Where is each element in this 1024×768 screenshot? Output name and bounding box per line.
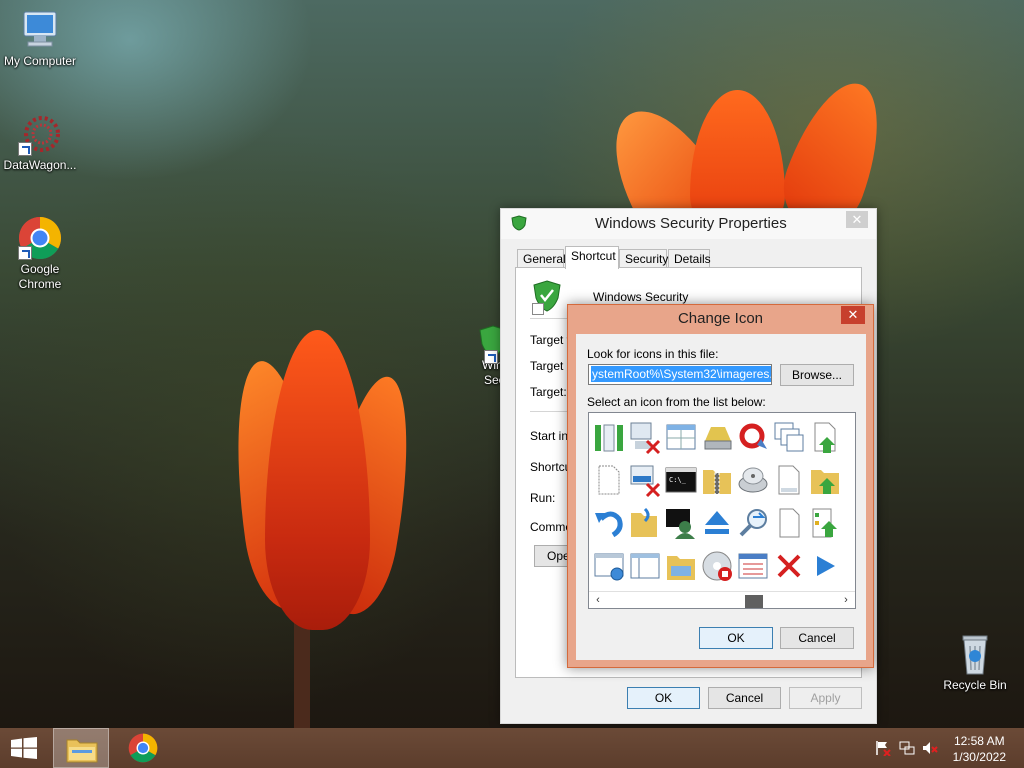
shortcut-arrow-icon <box>484 350 498 364</box>
desktop-icon-label: My Computer <box>3 54 77 68</box>
chrome-icon <box>128 733 158 766</box>
multi-window-icon[interactable] <box>771 419 807 455</box>
folder-up-icon[interactable] <box>807 462 843 498</box>
desktop-icon-recycle-bin[interactable]: Recycle Bin <box>935 632 1015 693</box>
start-button[interactable] <box>0 728 48 768</box>
red-x-icon[interactable] <box>771 548 807 584</box>
scroll-thumb[interactable] <box>745 595 763 608</box>
folder-window-icon[interactable] <box>663 548 699 584</box>
calendar-window-icon[interactable] <box>735 548 771 584</box>
desktop-icon-label: DataWagon... <box>3 158 77 172</box>
title-bar[interactable]: Windows Security Properties ✕ <box>501 209 876 239</box>
tab-shortcut[interactable]: Shortcut <box>565 246 619 269</box>
shield-icon <box>478 324 500 364</box>
drive-icon[interactable] <box>699 419 735 455</box>
blank-document-icon[interactable] <box>591 462 627 498</box>
target-label: Target: <box>530 385 567 399</box>
desktop-icon-google-chrome[interactable]: Google Chrome <box>0 216 80 292</box>
tab-security[interactable]: Security <box>619 249 668 268</box>
taskbar: 12:58 AM 1/30/2022 <box>0 728 1024 768</box>
window-grid-icon[interactable] <box>663 419 699 455</box>
search-arrow-icon[interactable] <box>735 505 771 541</box>
shortcut-name: Windows Security <box>593 290 689 304</box>
change-icon-dialog: Change Icon ✕ Look for icons in this fil… <box>567 304 874 668</box>
wallpaper-tulip-right <box>591 70 899 259</box>
apply-button[interactable]: Apply <box>789 687 862 709</box>
cancel-button[interactable]: Cancel <box>780 627 854 649</box>
system-clock[interactable]: 12:58 AM 1/30/2022 <box>953 733 1006 765</box>
shortcut-arrow-icon <box>18 142 32 156</box>
tab-general[interactable]: General <box>517 249 566 268</box>
ok-button[interactable]: OK <box>699 627 773 649</box>
icon-list[interactable]: C:\_ ‹ › <box>588 412 856 609</box>
scroll-left-icon[interactable]: ‹ <box>590 592 606 608</box>
shortcut-arrow-icon <box>18 246 32 260</box>
recycle-bin-icon <box>953 632 997 676</box>
ok-button[interactable]: OK <box>627 687 700 709</box>
action-center-flag-icon[interactable] <box>875 740 891 757</box>
document-icon[interactable] <box>771 462 807 498</box>
split-window-icon[interactable] <box>627 548 663 584</box>
blue-play-icon[interactable] <box>807 548 843 584</box>
desktop-icon-my-computer[interactable]: My Computer <box>0 8 80 69</box>
window-title: Windows Security Properties <box>595 215 787 232</box>
triangle-partial-icon[interactable] <box>843 505 855 541</box>
document-up-icon[interactable] <box>807 419 843 455</box>
dialog-body: Look for icons in this file: ystemRoot%\… <box>576 334 866 660</box>
chrome-icon <box>18 216 62 260</box>
icon-file-path: ystemRoot%\System32\imageres.dll <box>591 366 771 382</box>
close-button[interactable]: ✕ <box>841 306 865 324</box>
wallpaper-tulip-left <box>220 330 426 740</box>
shield-app-icon <box>511 215 527 234</box>
windows-logo-icon <box>11 737 37 762</box>
icon-file-input[interactable]: ystemRoot%\System32\imageres.dll <box>588 364 772 385</box>
scroll-right-icon[interactable]: › <box>838 592 854 608</box>
desktop-icon-datawagon[interactable]: DataWagon... <box>0 112 80 173</box>
cancel-button[interactable]: Cancel <box>708 687 781 709</box>
cmd-user-icon[interactable] <box>663 505 699 541</box>
page-icon[interactable] <box>771 505 807 541</box>
volume-muted-icon[interactable] <box>922 740 938 756</box>
datawagon-icon <box>18 112 62 156</box>
svg-text:C:\_: C:\_ <box>669 476 687 484</box>
undo-arrow-icon[interactable] <box>591 505 627 541</box>
document-partial-icon[interactable] <box>843 462 855 498</box>
network-window-icon[interactable] <box>591 548 627 584</box>
folder-icon <box>66 735 98 766</box>
disc-drive-icon[interactable] <box>735 462 771 498</box>
columns-icon[interactable] <box>591 419 627 455</box>
eject-icon[interactable] <box>699 505 735 541</box>
horizontal-scrollbar[interactable]: ‹ › <box>589 591 855 608</box>
refresh-red-icon[interactable] <box>735 419 771 455</box>
desktop-icon-label-line2: Chrome <box>18 277 62 291</box>
browse-button[interactable]: Browse... <box>780 364 854 386</box>
tab-details[interactable]: Details <box>668 249 711 268</box>
zip-folder-icon[interactable] <box>699 462 735 498</box>
clock-time: 12:58 AM <box>953 734 1005 748</box>
shield-large-icon <box>532 280 562 315</box>
computer-icon <box>18 8 62 52</box>
dialog-title[interactable]: Change Icon <box>568 305 873 333</box>
close-button[interactable]: ✕ <box>846 211 868 228</box>
chrome-taskbar-button[interactable] <box>115 728 171 768</box>
network-computer-remove-icon[interactable] <box>627 419 663 455</box>
network-icon[interactable] <box>899 740 915 756</box>
folder-arrow-icon[interactable] <box>627 505 663 541</box>
clock-date: 1/30/2022 <box>952 750 1006 764</box>
cmd-prompt-icon[interactable]: C:\_ <box>663 462 699 498</box>
play-partial-icon[interactable] <box>843 419 855 455</box>
desktop-icon-label-line1: Google <box>20 262 60 276</box>
select-icon-label: Select an icon from the list below: <box>587 395 766 409</box>
curve-partial-icon[interactable] <box>843 548 855 584</box>
start-in-label: Start in: <box>530 429 572 443</box>
network-drive-remove-icon[interactable] <box>627 462 663 498</box>
desktop-icon-label: Recycle Bin <box>943 678 1007 692</box>
desktop-icon-windows-security[interactable]: Win Sec <box>478 324 500 388</box>
run-label: Run: <box>530 491 556 505</box>
disc-stop-icon[interactable] <box>699 548 735 584</box>
look-for-icons-label: Look for icons in this file: <box>587 347 719 361</box>
file-explorer-taskbar-button[interactable] <box>53 728 109 768</box>
desktop-icon-label-line2: Sec <box>484 373 500 387</box>
list-up-icon[interactable] <box>807 505 843 541</box>
